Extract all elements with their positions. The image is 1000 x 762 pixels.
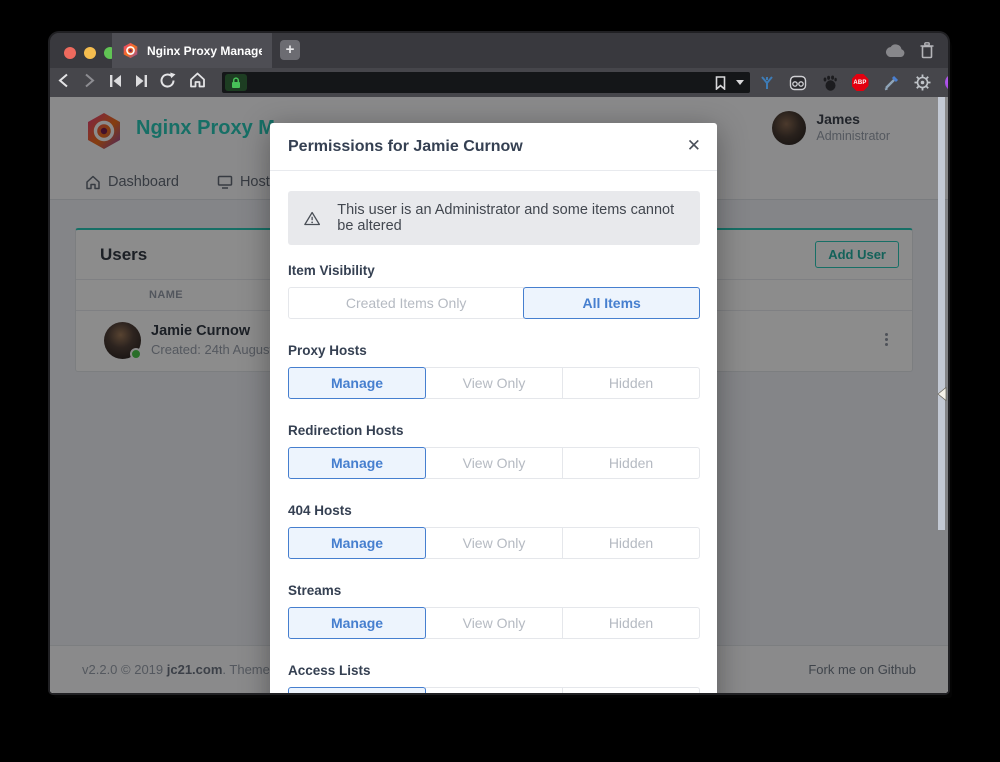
streams-manage-button[interactable]: Manage: [288, 607, 426, 639]
eyedropper-extension-icon[interactable]: [882, 74, 900, 92]
trash-icon[interactable]: [920, 42, 934, 59]
item-visibility-label: Item Visibility: [288, 263, 700, 278]
created-items-only-button[interactable]: Created Items Only: [288, 287, 524, 319]
access-lists-manage-button[interactable]: Manage: [288, 687, 426, 693]
proxy-hosts-toggle-group: Manage View Only Hidden: [288, 367, 700, 399]
abp-extension-icon[interactable]: ABP: [851, 74, 869, 92]
home-button[interactable]: [184, 72, 210, 93]
access-lists-hidden-button[interactable]: Hidden: [562, 687, 700, 693]
alert-text: This user is an Administrator and some i…: [337, 202, 684, 234]
minimize-window-button[interactable]: [84, 47, 96, 59]
404-hosts-label: 404 Hosts: [288, 503, 700, 518]
redirection-hosts-hidden-button[interactable]: Hidden: [562, 447, 700, 479]
access-lists-toggle-group: Manage View Only Hidden: [288, 687, 700, 693]
redirection-hosts-view-only-button[interactable]: View Only: [425, 447, 563, 479]
new-tab-button[interactable]: +: [280, 40, 300, 60]
goggles-extension-icon[interactable]: [789, 74, 807, 92]
admin-warning-alert: This user is an Administrator and some i…: [288, 191, 700, 245]
abp-label: ABP: [853, 80, 866, 86]
access-lists-view-only-button[interactable]: View Only: [425, 687, 563, 693]
streams-toggle-group: Manage View Only Hidden: [288, 607, 700, 639]
modal-title: Permissions for Jamie Curnow: [288, 138, 523, 156]
item-visibility-toggle-group: Created Items Only All Items: [288, 287, 700, 319]
streams-label: Streams: [288, 583, 700, 598]
proxy-hosts-manage-button[interactable]: Manage: [288, 367, 426, 399]
https-lock-icon[interactable]: [225, 74, 247, 91]
redirection-hosts-toggle-group: Manage View Only Hidden: [288, 447, 700, 479]
page-viewport: Nginx Proxy Manager James Administrator …: [50, 97, 948, 693]
window-controls: [64, 47, 116, 59]
desktop-background: Nginx Proxy Manager +: [0, 0, 1000, 762]
browser-window: Nginx Proxy Manager +: [50, 33, 948, 693]
warning-triangle-icon: [304, 210, 320, 227]
404-hosts-hidden-button[interactable]: Hidden: [562, 527, 700, 559]
browser-toolbar: ABP: [50, 68, 948, 97]
close-icon[interactable]: ✕: [687, 135, 701, 157]
redirection-hosts-label: Redirection Hosts: [288, 423, 700, 438]
tab-title: Nginx Proxy Manager: [147, 44, 262, 58]
gear-extension-icon[interactable]: [913, 74, 931, 92]
forward-button[interactable]: [76, 73, 102, 93]
redirection-hosts-manage-button[interactable]: Manage: [288, 447, 426, 479]
proxy-hosts-label: Proxy Hosts: [288, 343, 700, 358]
streams-view-only-button[interactable]: View Only: [425, 607, 563, 639]
proxy-hosts-view-only-button[interactable]: View Only: [425, 367, 563, 399]
sync-cloud-icon[interactable]: [884, 44, 906, 58]
bookmarks-dropdown-caret[interactable]: [736, 80, 744, 85]
proxy-hosts-hidden-button[interactable]: Hidden: [562, 367, 700, 399]
url-bar[interactable]: [222, 72, 750, 93]
404-hosts-view-only-button[interactable]: View Only: [425, 527, 563, 559]
permissions-modal: Permissions for Jamie Curnow ✕ This user…: [270, 123, 717, 693]
404-hosts-manage-button[interactable]: Manage: [288, 527, 426, 559]
reload-button[interactable]: [154, 72, 180, 94]
access-lists-label: Access Lists: [288, 663, 700, 678]
bookmark-icon[interactable]: [715, 76, 726, 90]
streams-hidden-button[interactable]: Hidden: [562, 607, 700, 639]
modal-header: Permissions for Jamie Curnow ✕: [270, 123, 717, 171]
close-window-button[interactable]: [64, 47, 76, 59]
gnome-foot-extension-icon[interactable]: [820, 74, 838, 92]
back-button[interactable]: [50, 73, 76, 93]
fork-extension-icon[interactable]: [758, 74, 776, 92]
mouse-cursor: [937, 387, 947, 401]
extension-icons: ABP: [758, 68, 948, 97]
browser-tab-bar: Nginx Proxy Manager +: [50, 33, 948, 68]
skip-forward-button[interactable]: [128, 74, 154, 92]
all-items-button[interactable]: All Items: [523, 287, 700, 319]
site-favicon: [122, 42, 139, 59]
monkey-extension-icon[interactable]: [944, 74, 948, 92]
404-hosts-toggle-group: Manage View Only Hidden: [288, 527, 700, 559]
browser-tab[interactable]: Nginx Proxy Manager: [112, 33, 272, 68]
skip-back-button[interactable]: [102, 74, 128, 92]
vertical-scrollbar[interactable]: [938, 97, 945, 530]
